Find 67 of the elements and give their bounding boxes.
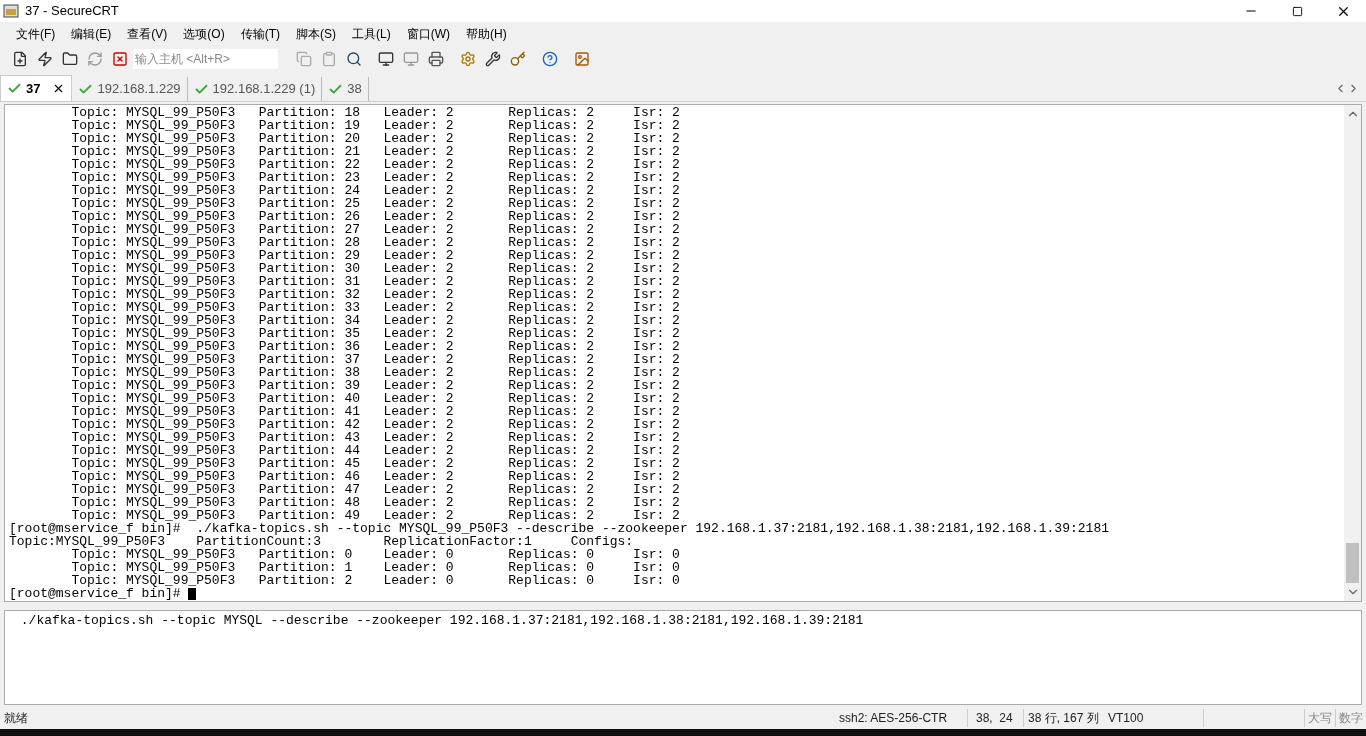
terminal-line: Topic: MYSQL_99_P50F3 Partition: 32 Leader: 2 Replicas: 2 Isr: 2	[70, 288, 680, 301]
terminal-line: Topic: MYSQL_99_P50F3 Partition: 48 Leader: 2 Replicas: 2 Isr: 2	[70, 496, 680, 509]
terminal-line: Topic: MYSQL_99_P50F3 Partition: 25 Leader: 2 Replicas: 2 Isr: 2	[70, 197, 680, 210]
terminal-line: [root@mservice_f bin]# ./kafka-topics.sh --topic MYSQL_99_P50F3 --describe --zookeeper 192.168.1.37:2181,192.168.1.38:2181,192.168.1.39:2181	[9, 522, 1109, 535]
terminal-app-icon	[3, 3, 19, 19]
session-tab[interactable]: 38	[322, 77, 369, 101]
scrollbar-thumb[interactable]	[1346, 543, 1359, 583]
terminal-line: Topic:MYSQL_99_P50F3 PartitionCount:3 ReplicationFactor:1 Configs:	[9, 535, 634, 548]
encryption-status: ssh2: AES-256-CTR	[831, 709, 968, 727]
shell-prompt: [root@mservice_f bin]#	[9, 587, 181, 600]
terminal-line: Topic: MYSQL_99_P50F3 Partition: 2 Leader: 0 Replicas: 0 Isr: 0	[71, 574, 680, 587]
terminal-line: Topic: MYSQL_99_P50F3 Partition: 19 Leader: 2 Replicas: 2 Isr: 2	[70, 119, 680, 132]
terminal-line: Topic: MYSQL_99_P50F3 Partition: 47 Leader: 2 Replicas: 2 Isr: 2	[70, 483, 680, 496]
session-tab[interactable]: 192.168.1.229	[72, 77, 188, 101]
terminal-line: Topic: MYSQL_99_P50F3 Partition: 22 Leader: 2 Replicas: 2 Isr: 2	[70, 158, 680, 171]
terminal-line: Topic: MYSQL_99_P50F3 Partition: 39 Leader: 2 Replicas: 2 Isr: 2	[70, 379, 680, 392]
status-text: 就绪	[3, 710, 28, 727]
terminal-line: Topic: MYSQL_99_P50F3 Partition: 42 Leader: 2 Replicas: 2 Isr: 2	[70, 418, 680, 431]
terminal-line: Topic: MYSQL_99_P50F3 Partition: 45 Leader: 2 Replicas: 2 Isr: 2	[70, 457, 680, 470]
maximize-icon	[1291, 5, 1303, 17]
text-cursor	[188, 587, 197, 600]
terminal-line: Topic: MYSQL_99_P50F3 Partition: 34 Leader: 2 Replicas: 2 Isr: 2	[70, 314, 680, 327]
session-tab[interactable]: 192.168.1.229 (1)	[187, 77, 323, 101]
window-title: 37 - SecureCRT	[25, 2, 119, 21]
terminal-line: Topic: MYSQL_99_P50F3 Partition: 28 Leader: 2 Replicas: 2 Isr: 2	[70, 236, 680, 249]
check-icon	[7, 81, 22, 96]
terminal-line: Topic: MYSQL_99_P50F3 Partition: 31 Leader: 2 Replicas: 2 Isr: 2	[70, 275, 680, 288]
terminal-line: Topic: MYSQL_99_P50F3 Partition: 37 Leader: 2 Replicas: 2 Isr: 2	[70, 353, 680, 366]
emulation-status: VT100	[1104, 709, 1204, 727]
menu-item[interactable]: 脚本(S)	[288, 23, 344, 45]
terminal-line: Topic: MYSQL_99_P50F3 Partition: 36 Leader: 2 Replicas: 2 Isr: 2	[70, 340, 680, 353]
terminal-line: Topic: MYSQL_99_P50F3 Partition: 44 Leader: 2 Replicas: 2 Isr: 2	[70, 444, 680, 457]
terminal-line: Topic: MYSQL_99_P50F3 Partition: 26 Leader: 2 Replicas: 2 Isr: 2	[70, 210, 680, 223]
terminal-size: 38 行, 167 列	[1027, 710, 1100, 727]
terminal-line: Topic: MYSQL_99_P50F3 Partition: 27 Leader: 2 Replicas: 2 Isr: 2	[70, 223, 680, 236]
terminal-line: Topic: MYSQL_99_P50F3 Partition: 46 Leader: 2 Replicas: 2 Isr: 2	[70, 470, 680, 483]
terminal-line: Topic: MYSQL_99_P50F3 Partition: 29 Leader: 2 Replicas: 2 Isr: 2	[70, 249, 680, 262]
caps-indicator: 大写	[1304, 709, 1335, 727]
menu-item[interactable]: 查看(V)	[119, 23, 176, 45]
terminal-line: Topic: MYSQL_99_P50F3 Partition: 20 Leader: 2 Replicas: 2 Isr: 2	[70, 132, 680, 145]
terminal-line: Topic: MYSQL_99_P50F3 Partition: 23 Leader: 2 Replicas: 2 Isr: 2	[70, 171, 680, 184]
menu-item[interactable]: 工具(L)	[344, 23, 399, 45]
menu-item[interactable]: 传输(T)	[232, 23, 288, 45]
menu-item[interactable]: 选项(O)	[175, 23, 233, 45]
session-tab[interactable]: 37	[0, 75, 73, 101]
menu-item[interactable]: 文件(F)	[8, 23, 64, 45]
menu-item[interactable]: 编辑(E)	[63, 23, 120, 45]
num-indicator: 数字	[1335, 709, 1366, 727]
terminal-line: Topic: MYSQL_99_P50F3 Partition: 38 Leader: 2 Replicas: 2 Isr: 2	[70, 366, 680, 379]
menu-item[interactable]: 帮助(H)	[458, 23, 515, 45]
terminal-line: Topic: MYSQL_99_P50F3 Partition: 35 Leader: 2 Replicas: 2 Isr: 2	[70, 327, 680, 340]
terminal-line: Topic: MYSQL_99_P50F3 Partition: 40 Leader: 2 Replicas: 2 Isr: 2	[70, 392, 680, 405]
terminal-line: Topic: MYSQL_99_P50F3 Partition: 41 Leader: 2 Replicas: 2 Isr: 2	[70, 405, 680, 418]
terminal-line: Topic: MYSQL_99_P50F3 Partition: 21 Leader: 2 Replicas: 2 Isr: 2	[70, 145, 680, 158]
terminal-line: Topic: MYSQL_99_P50F3 Partition: 49 Leader: 2 Replicas: 2 Isr: 2	[71, 509, 680, 522]
terminal-line: Topic: MYSQL_99_P50F3 Partition: 18 Leader: 2 Replicas: 2 Isr: 2	[70, 106, 680, 119]
terminal-line: Topic: MYSQL_99_P50F3 Partition: 0 Leader: 0 Replicas: 0 Isr: 0	[71, 548, 680, 561]
terminal-line: Topic: MYSQL_99_P50F3 Partition: 33 Leader: 2 Replicas: 2 Isr: 2	[70, 301, 680, 314]
command-window[interactable]: ./kafka-topics.sh --topic MYSQL --describe --zookeeper 192.168.1.37:2181,192.168.1.38:2181,192.168.1.39:2181	[4, 610, 1362, 705]
scrollbar[interactable]	[1344, 105, 1361, 601]
menu-item[interactable]: 窗口(W)	[398, 23, 458, 45]
cursor-position: 38, 24	[968, 709, 1024, 727]
terminal-line: Topic: MYSQL_99_P50F3 Partition: 43 Leader: 2 Replicas: 2 Isr: 2	[70, 431, 680, 444]
terminal-line: Topic: MYSQL_99_P50F3 Partition: 30 Leader: 2 Replicas: 2 Isr: 2	[70, 262, 680, 275]
terminal-line: Topic: MYSQL_99_P50F3 Partition: 1 Leader: 0 Replicas: 0 Isr: 0	[70, 561, 680, 574]
host-field[interactable]: 输入主机 <Alt+R>	[133, 49, 278, 69]
terminal-line: Topic: MYSQL_99_P50F3 Partition: 24 Leader: 2 Replicas: 2 Isr: 2	[70, 184, 680, 197]
